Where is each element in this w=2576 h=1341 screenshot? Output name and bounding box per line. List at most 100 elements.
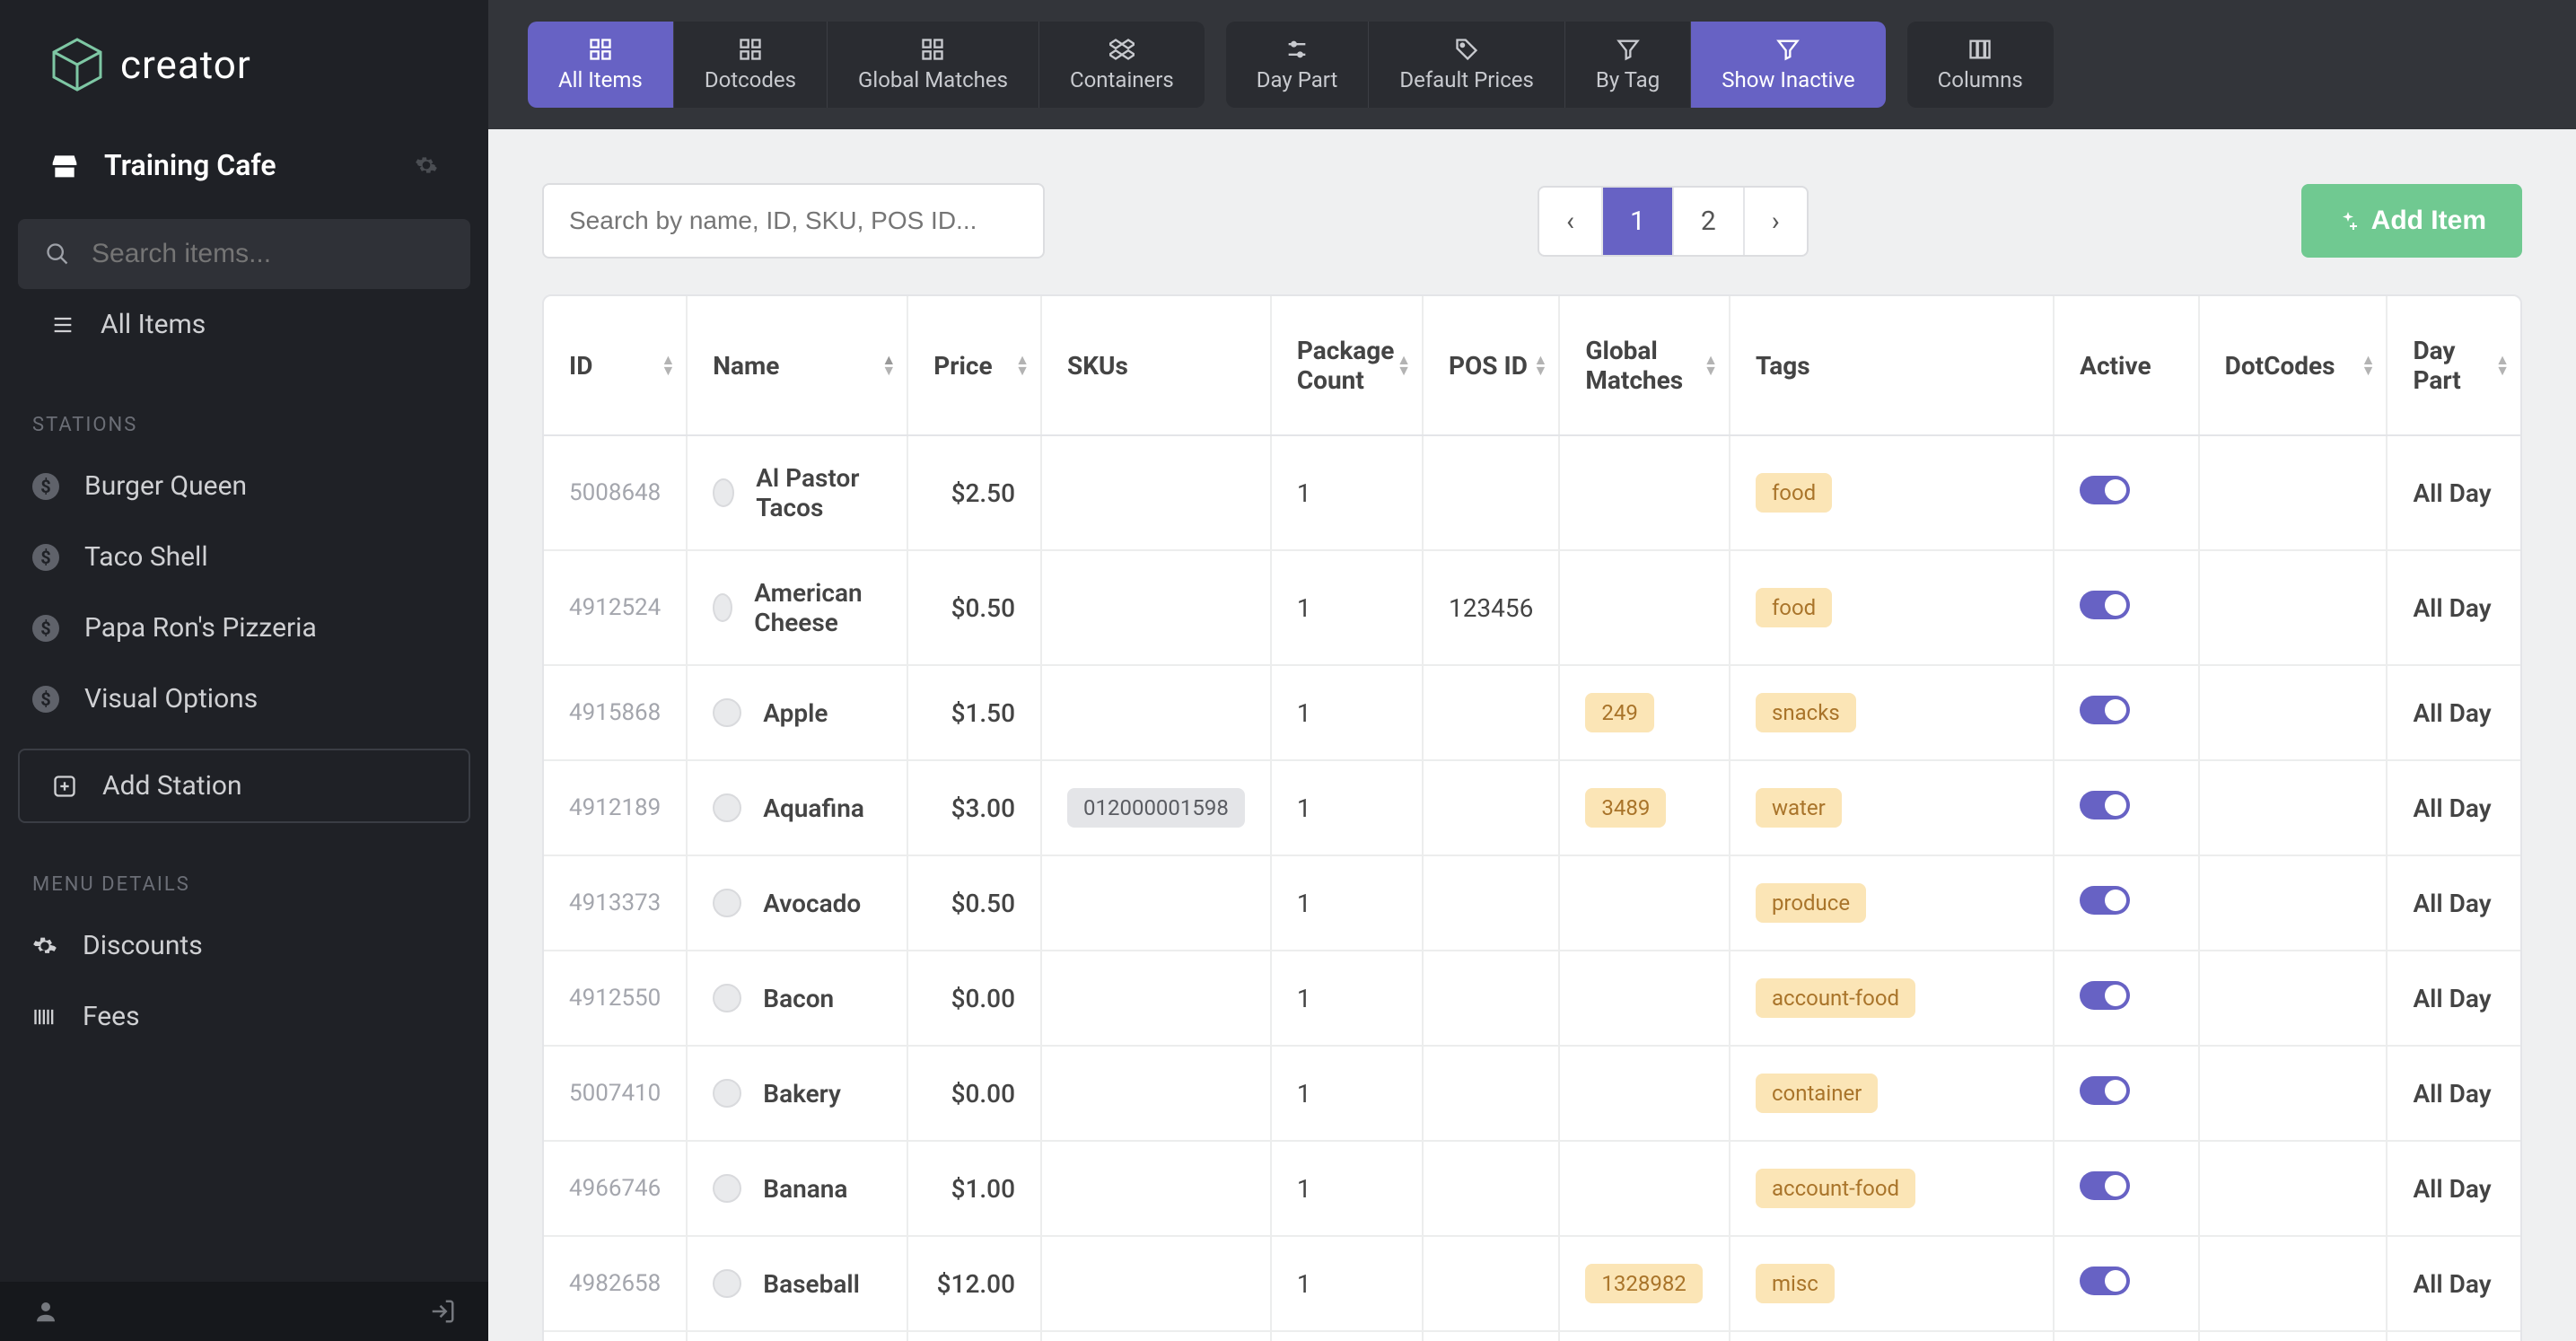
table-row[interactable]: 4982658 Baseball $12.00 1 1328982 misc A… [544,1236,2520,1331]
location-row[interactable]: Training Cafe [0,129,488,201]
page-›[interactable]: › [1745,188,1807,255]
tag-pill: produce [1756,883,1866,923]
tab-default-prices[interactable]: Default Prices [1369,22,1565,108]
col-skus[interactable]: SKUs [1041,296,1271,435]
menu-detail-item[interactable]: Discounts [0,910,488,981]
active-toggle[interactable] [2080,981,2130,1010]
active-toggle[interactable] [2080,791,2130,820]
cell-tags: snacks [1730,665,2054,760]
cell-pos-id [1423,1236,1559,1331]
tab-global-matches[interactable]: Global Matches [828,22,1039,108]
cell-day-part: All Day [2387,1141,2520,1236]
table-row[interactable]: 4966746 Banana $1.00 1 account-food All … [544,1141,2520,1236]
cell-package-count: 1 [1271,951,1423,1046]
page-‹[interactable]: ‹ [1539,188,1603,255]
color-dot [713,478,734,507]
grid-icon [738,37,763,62]
station-item[interactable]: $Visual Options [0,663,488,734]
table-row[interactable]: 4913373 Avocado $0.50 1 produce All Day [544,855,2520,951]
sidebar-search-input[interactable] [92,239,443,269]
cell-pos-id [1423,855,1559,951]
add-station-button[interactable]: Add Station [18,749,470,823]
cell-skus [1041,1331,1271,1341]
cell-day-part: All Day [2387,951,2520,1046]
search-input[interactable] [542,183,1045,259]
col-day-part[interactable]: Day Part▲▼ [2387,296,2520,435]
cell-pos-id [1423,1141,1559,1236]
tab-all-items[interactable]: All Items [528,22,674,108]
tab-columns[interactable]: Columns [1907,22,2054,108]
tab-day-part[interactable]: Day Part [1226,22,1370,108]
page-1[interactable]: 1 [1603,188,1674,255]
cell-package-count: 1 [1271,665,1423,760]
active-toggle[interactable] [2080,591,2130,619]
add-item-button[interactable]: Add Item [2301,184,2522,258]
active-toggle[interactable] [2080,1266,2130,1295]
col-tags[interactable]: Tags [1730,296,2054,435]
col-name[interactable]: Name▲▼ [687,296,907,435]
logout-icon[interactable] [429,1298,456,1325]
item-name: Banana [763,1174,847,1204]
cell-day-part: All Day [2387,435,2520,550]
menu-detail-item[interactable]: Fees [0,981,488,1052]
global-match-pill: 1328982 [1585,1264,1702,1303]
page-2[interactable]: 2 [1674,188,1745,255]
col-dotcodes[interactable]: DotCodes▲▼ [2199,296,2388,435]
col-id[interactable]: ID▲▼ [544,296,687,435]
station-item[interactable]: $Burger Queen [0,451,488,522]
sidebar-search[interactable] [18,219,470,289]
cell-dotcodes [2199,435,2388,550]
cell-global-matches [1559,1141,1730,1236]
gear-icon[interactable] [415,153,438,177]
cell-dotcodes [2199,1046,2388,1141]
active-toggle[interactable] [2080,1171,2130,1200]
cell-dotcodes [2199,1236,2388,1331]
tab-label: Default Prices [1399,67,1534,92]
active-toggle[interactable] [2080,1076,2130,1105]
tab-dotcodes[interactable]: Dotcodes [674,22,828,108]
col-global-matches[interactable]: Global Matches▲▼ [1559,296,1730,435]
table-row[interactable]: 5008648 Al Pastor Tacos $2.50 1 food All… [544,435,2520,550]
tab-by-tag[interactable]: By Tag [1565,22,1691,108]
tag-pill: account-food [1756,978,1915,1018]
dollar-icon: $ [32,473,59,500]
tab-containers[interactable]: Containers [1039,22,1205,108]
brand: creator [0,0,488,129]
table-row[interactable]: 4912524 American Cheese $0.50 1 123456 f… [544,550,2520,665]
cell-name: Aquafina [687,760,907,855]
col-pos-id[interactable]: POS ID▲▼ [1423,296,1559,435]
user-icon[interactable] [32,1298,59,1325]
cell-name: Apple [687,665,907,760]
col-price[interactable]: Price▲▼ [907,296,1041,435]
brand-name: creator [120,41,251,88]
station-item[interactable]: $Taco Shell [0,522,488,592]
table-row[interactable]: 4912550 Bacon $0.00 1 account-food All D… [544,951,2520,1046]
cell-skus [1041,665,1271,760]
table-row[interactable]: 4912189 Aquafina $3.00 012000001598 1 34… [544,760,2520,855]
cell-package-count [1271,1331,1423,1341]
active-toggle[interactable] [2080,696,2130,724]
active-toggle[interactable] [2080,476,2130,504]
cell-name: Banana [687,1141,907,1236]
tab-label: Containers [1070,67,1174,92]
grid-icon [920,37,945,62]
table-row[interactable]: 5007410 Bakery $0.00 1 container All Day [544,1046,2520,1141]
cell-pos-id: 123456 [1423,550,1559,665]
col-active[interactable]: Active [2054,296,2199,435]
nav-all-items[interactable]: All Items [18,289,470,360]
cell-dotcodes [2199,1141,2388,1236]
cell-pos-id [1423,665,1559,760]
cell-skus [1041,435,1271,550]
col-package-count[interactable]: Package Count▲▼ [1271,296,1423,435]
cell-day-part: All Day [2387,855,2520,951]
station-item[interactable]: $Papa Ron's Pizzeria [0,592,488,663]
slider-icon [1284,37,1310,62]
cell-id: 4912524 [544,550,687,665]
menu-details-heading: MENU DETAILS [0,837,488,910]
table-row[interactable]: 4915868 Apple $1.50 1 249 snacks All Day [544,665,2520,760]
table-row[interactable]: Beaver [544,1331,2520,1341]
cell-active [2054,665,2199,760]
tag-pill: food [1756,473,1832,513]
active-toggle[interactable] [2080,886,2130,915]
tab-show-inactive[interactable]: Show Inactive [1691,22,1885,108]
